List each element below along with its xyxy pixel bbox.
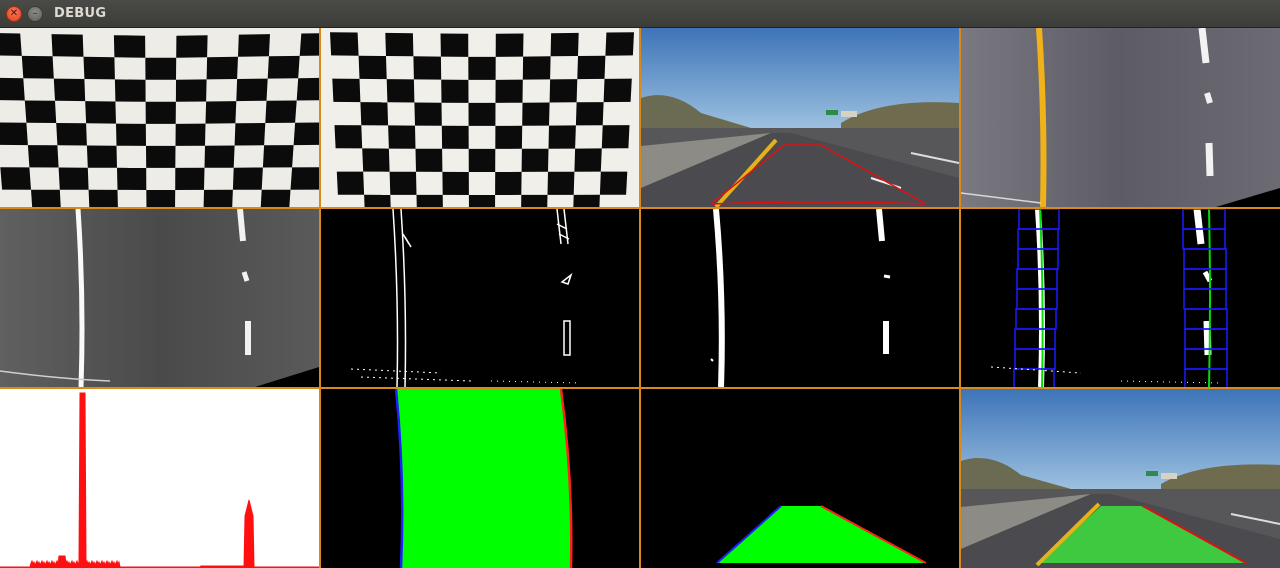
- final-lane-overlay: [961, 389, 1280, 568]
- lane-fill-image: [321, 389, 639, 568]
- title-bar[interactable]: ✕ – DEBUG: [0, 0, 1280, 28]
- minimize-icon[interactable]: –: [27, 6, 43, 22]
- birds-eye-color-image: [961, 28, 1280, 207]
- histogram-plot: [0, 389, 319, 568]
- lane-fill-birds-eye: [321, 389, 639, 568]
- debug-window: ✕ – DEBUG: [0, 0, 1280, 568]
- edges-binary-image: [321, 209, 639, 387]
- birds-eye-grayscale: [0, 209, 319, 387]
- sliding-window-lane-search: [961, 209, 1280, 387]
- final-overlay-image: [961, 389, 1280, 568]
- warped-lane-image: [641, 389, 959, 568]
- road-frame-image: [641, 28, 959, 207]
- birds-eye-road-color: [961, 28, 1280, 207]
- chessboard-undistorted-image: [321, 28, 639, 207]
- calibration-chessboard-undistorted: [321, 28, 639, 207]
- road-frame-perspective-region: [641, 28, 959, 207]
- chessboard-image: [0, 28, 319, 207]
- binary-threshold-combined: [641, 209, 959, 387]
- debug-panel-grid: [0, 28, 1280, 568]
- calibration-chessboard-original: [0, 28, 319, 207]
- close-icon[interactable]: ✕: [6, 6, 22, 22]
- window-title: DEBUG: [54, 6, 107, 21]
- sliding-window-image: [961, 209, 1280, 387]
- binary-threshold-edges: [321, 209, 639, 387]
- grayscale-image: [0, 209, 319, 387]
- lane-pixel-histogram: [0, 389, 319, 568]
- lane-fill-warped-back: [641, 389, 959, 568]
- combined-binary-image: [641, 209, 959, 387]
